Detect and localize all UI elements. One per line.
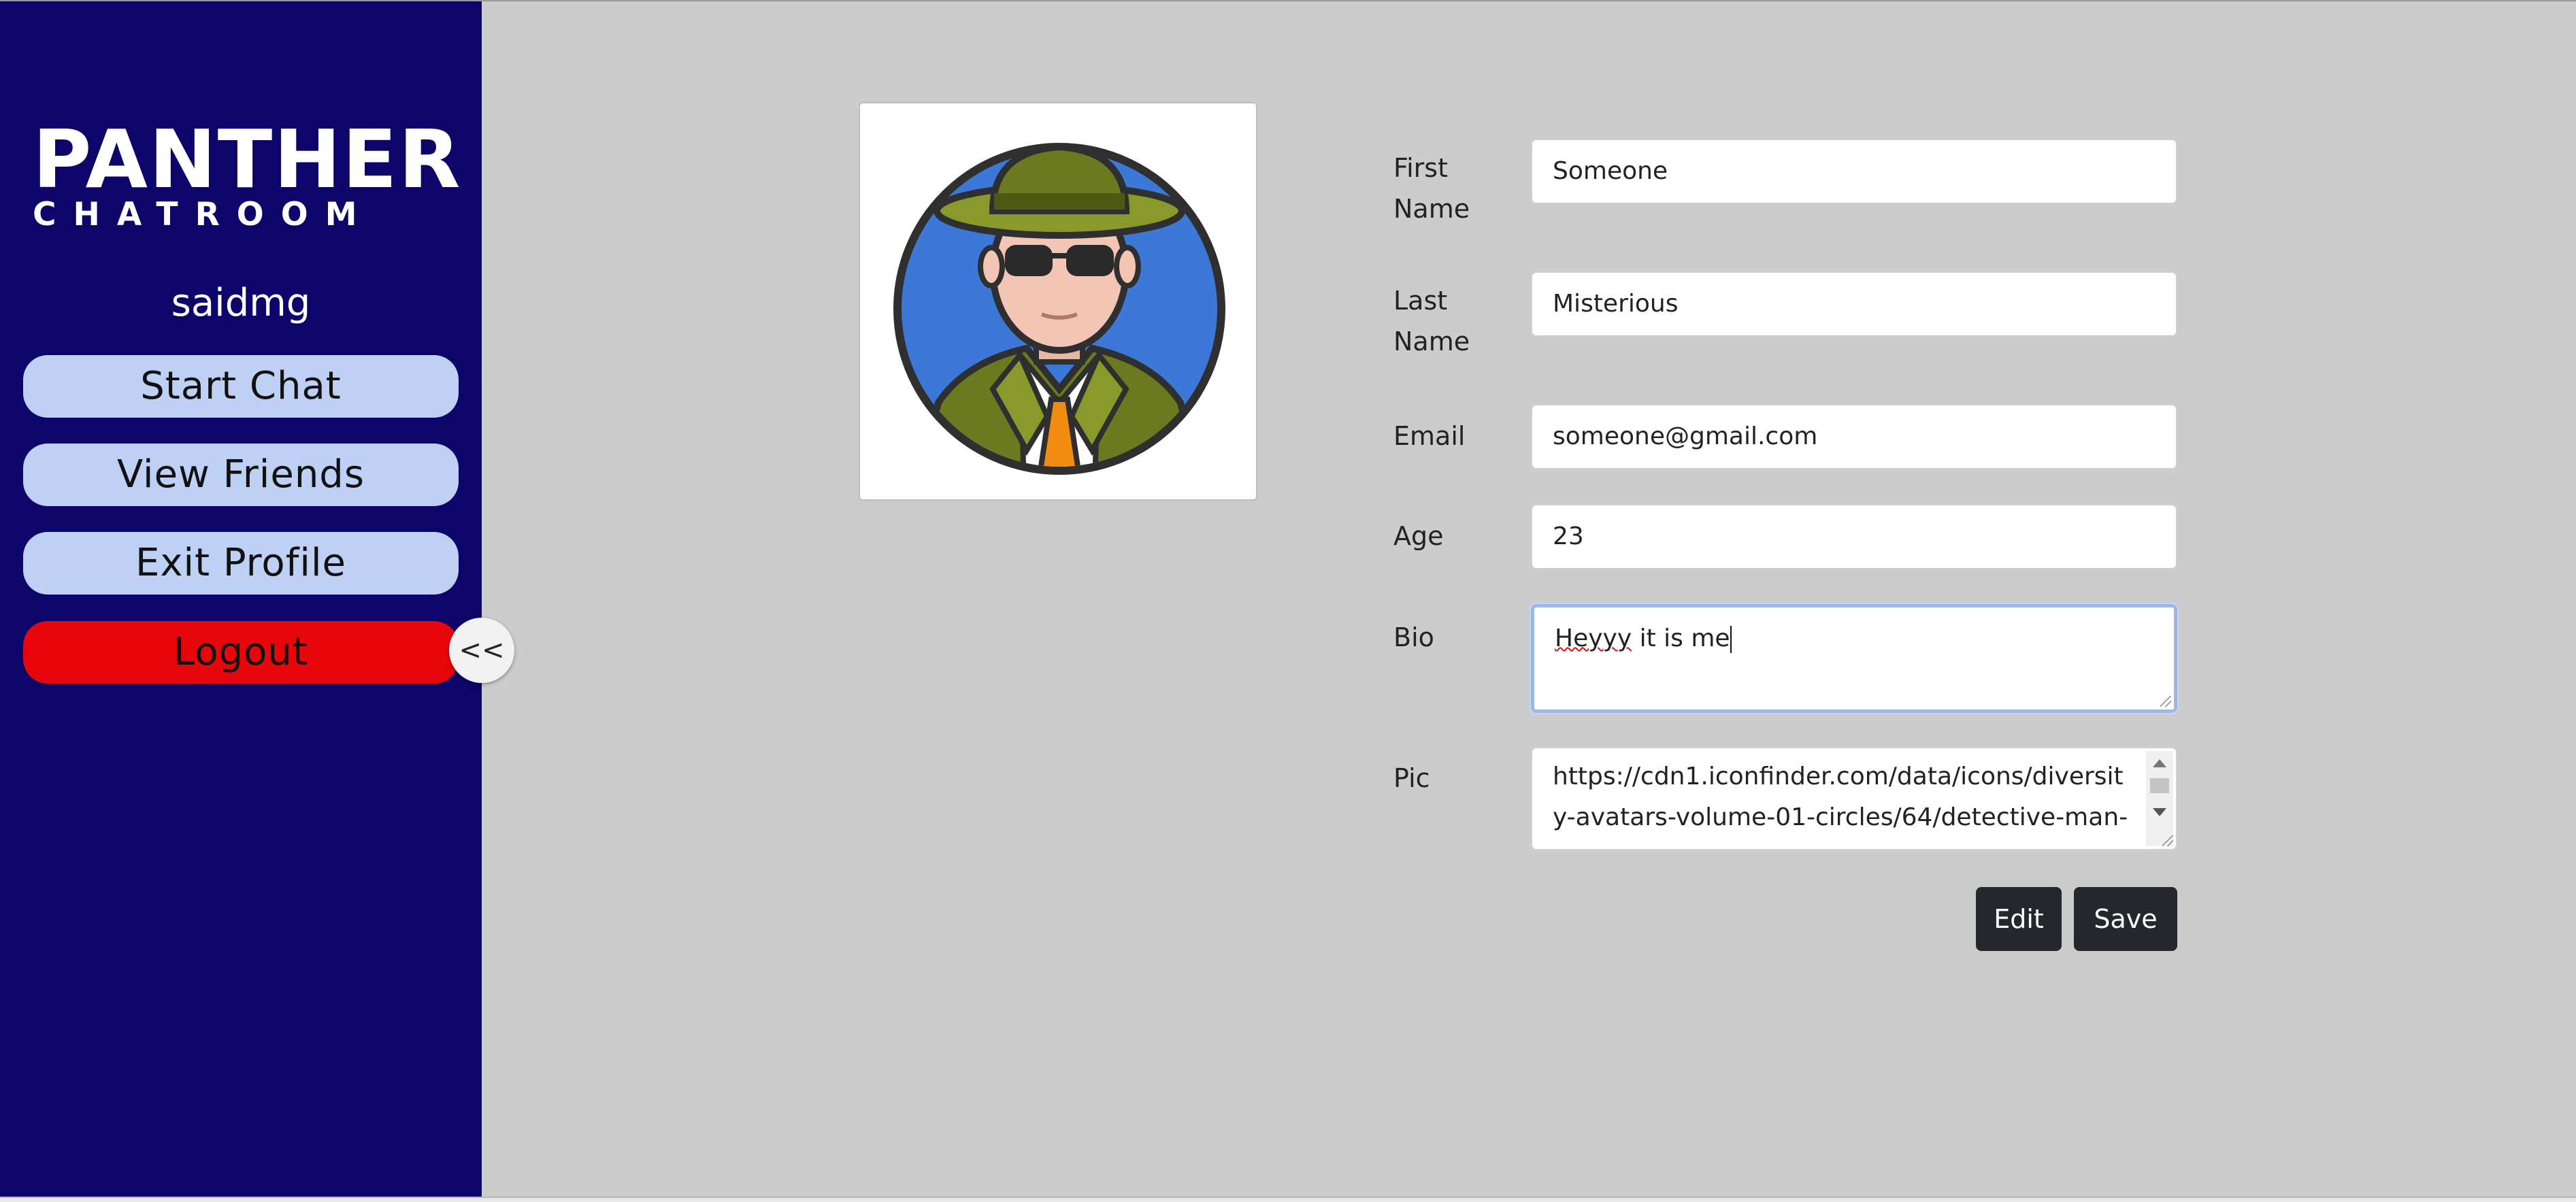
bio-misspelled-word: Heyyy [1555,624,1632,652]
save-button[interactable]: Save [2074,887,2177,951]
page: PANTHER CHATROOM saidmg Start Chat View … [0,0,2576,1202]
view-friends-button[interactable]: View Friends [23,444,459,506]
age-input[interactable]: 23 [1531,504,2177,569]
bottom-edge [0,1197,2576,1202]
resize-grip-icon[interactable] [2160,696,2171,707]
detective-man-icon [893,143,1225,475]
bio-text: Heyyy it is me [1555,624,1730,652]
pic-scrollbar[interactable] [2146,751,2173,846]
text-caret [1730,626,1732,653]
logout-button[interactable]: Logout [23,621,459,684]
panther-chatroom-logo: PANTHER CHATROOM [33,112,462,234]
last-name-input[interactable]: Misterious [1531,271,2177,337]
first-name-input[interactable]: Someone [1531,139,2177,204]
pic-url-text: https://cdn1.iconfinder.com/data/icons/d… [1553,763,2128,831]
email-label: Email [1393,421,1466,451]
bio-text-rest: it is me [1632,624,1730,652]
username: saidmg [171,281,311,325]
scroll-down-arrow-icon[interactable] [2153,808,2166,816]
age-label: Age [1393,521,1444,551]
pic-label: Pic [1393,763,1430,793]
collapse-sidebar-button[interactable]: << [449,618,514,683]
logo-subtitle: CHATROOM [33,196,374,233]
start-chat-button[interactable]: Start Chat [23,355,459,418]
profile-picture-card [859,102,1257,501]
bio-label: Bio [1393,622,1434,652]
scroll-up-arrow-icon[interactable] [2153,759,2166,767]
email-input[interactable]: someone@gmail.com [1531,404,2177,469]
logo-title: PANTHER [33,112,462,206]
last-name-label: Last Name [1393,286,1470,356]
first-name-label: First Name [1393,153,1470,224]
edit-button[interactable]: Edit [1976,887,2062,951]
bio-textarea[interactable]: Heyyy it is me [1531,604,2177,713]
exit-profile-button[interactable]: Exit Profile [23,532,459,595]
sidebar: PANTHER CHATROOM saidmg Start Chat View … [0,1,482,1199]
scroll-thumb[interactable] [2150,778,2169,793]
pic-url-textarea[interactable]: https://cdn1.iconfinder.com/data/icons/d… [1531,747,2177,850]
resize-grip-icon[interactable] [2162,835,2173,846]
